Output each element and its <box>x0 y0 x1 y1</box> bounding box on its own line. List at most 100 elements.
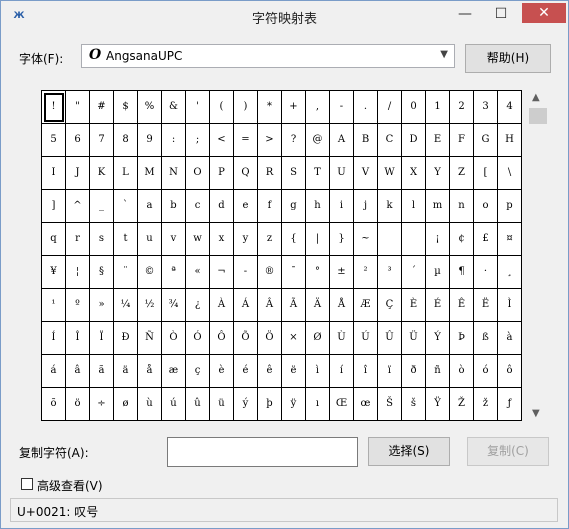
char-cell[interactable]: Ä <box>306 289 330 322</box>
char-cell[interactable]: L <box>114 157 138 190</box>
char-cell[interactable]: ¯ <box>282 256 306 289</box>
char-cell[interactable]: ¹ <box>42 289 66 322</box>
char-cell[interactable]: | <box>306 223 330 256</box>
char-cell[interactable]: ¸ <box>498 256 522 289</box>
char-cell[interactable]: n <box>450 190 474 223</box>
char-cell[interactable]: * <box>258 91 282 124</box>
char-cell[interactable]: ı <box>306 388 330 421</box>
char-cell[interactable]: ó <box>474 355 498 388</box>
char-cell[interactable]: í <box>330 355 354 388</box>
char-cell[interactable]: Ž <box>450 388 474 421</box>
char-cell[interactable]: µ <box>426 256 450 289</box>
char-cell[interactable]: š <box>402 388 426 421</box>
char-cell[interactable]: N <box>162 157 186 190</box>
char-cell[interactable]: E <box>426 124 450 157</box>
char-cell[interactable]: K <box>90 157 114 190</box>
char-cell[interactable]: u <box>138 223 162 256</box>
char-cell[interactable]: B <box>354 124 378 157</box>
char-cell[interactable]: F <box>450 124 474 157</box>
char-cell[interactable]: Q <box>234 157 258 190</box>
char-cell[interactable]: Î <box>66 322 90 355</box>
char-cell[interactable]: É <box>426 289 450 322</box>
char-cell[interactable]: ! <box>42 91 66 124</box>
char-cell[interactable]: ¦ <box>66 256 90 289</box>
char-cell[interactable]: î <box>354 355 378 388</box>
char-cell[interactable]: W <box>378 157 402 190</box>
char-cell[interactable]: Ÿ <box>426 388 450 421</box>
char-cell[interactable]: Ï <box>90 322 114 355</box>
char-cell[interactable]: M <box>138 157 162 190</box>
char-cell[interactable]: ý <box>234 388 258 421</box>
char-cell[interactable]: m <box>426 190 450 223</box>
char-cell[interactable]: ? <box>282 124 306 157</box>
char-cell[interactable]: < <box>210 124 234 157</box>
char-cell[interactable]: \ <box>498 157 522 190</box>
char-cell[interactable]: ^ <box>66 190 90 223</box>
char-cell[interactable]: ½ <box>138 289 162 322</box>
char-cell[interactable]: · <box>474 256 498 289</box>
char-cell[interactable]: Ú <box>354 322 378 355</box>
char-cell[interactable]: # <box>90 91 114 124</box>
char-cell[interactable]: g <box>282 190 306 223</box>
char-cell[interactable]: ² <box>354 256 378 289</box>
char-cell[interactable]: ç <box>186 355 210 388</box>
char-cell[interactable]: 4 <box>498 91 522 124</box>
char-cell[interactable]: Ñ <box>138 322 162 355</box>
char-cell[interactable]: Ö <box>258 322 282 355</box>
char-cell[interactable]: P <box>210 157 234 190</box>
char-cell[interactable]: d <box>210 190 234 223</box>
char-cell[interactable]: ¤ <box>498 223 522 256</box>
char-cell[interactable]: " <box>66 91 90 124</box>
char-cell[interactable]: : <box>162 124 186 157</box>
char-cell[interactable]: . <box>354 91 378 124</box>
char-cell[interactable]: ¶ <box>450 256 474 289</box>
char-cell[interactable]: à <box>498 322 522 355</box>
character-grid[interactable]: ! " # $% & '() * +, -./0 1 2 3 4 5 6 7 8 9:; < = >? @ A B C D E F G H… <box>41 90 522 421</box>
char-cell[interactable]: ð <box>402 355 426 388</box>
char-cell[interactable]: U <box>330 157 354 190</box>
char-cell[interactable]: ® <box>258 256 282 289</box>
char-cell[interactable]: á <box>42 355 66 388</box>
char-cell[interactable]: º <box>66 289 90 322</box>
char-cell[interactable]: R <box>258 157 282 190</box>
char-cell[interactable]: b <box>162 190 186 223</box>
char-cell[interactable]: Y <box>426 157 450 190</box>
char-cell[interactable]: o <box>474 190 498 223</box>
char-cell[interactable]: 6 <box>66 124 90 157</box>
char-cell[interactable]: 8 <box>114 124 138 157</box>
char-cell[interactable]: X <box>402 157 426 190</box>
char-cell[interactable]: Ò <box>162 322 186 355</box>
char-cell[interactable]: ê <box>258 355 282 388</box>
char-cell[interactable]: ž <box>474 388 498 421</box>
scroll-down-arrow-icon[interactable]: ▼ <box>532 408 540 419</box>
char-cell[interactable]: 0 <box>402 91 426 124</box>
char-cell[interactable]: È <box>402 289 426 322</box>
char-cell[interactable]: ß <box>474 322 498 355</box>
char-cell[interactable]: I <box>42 157 66 190</box>
char-cell[interactable]: Ü <box>402 322 426 355</box>
char-cell[interactable]: h <box>306 190 330 223</box>
char-cell[interactable]: w <box>186 223 210 256</box>
char-cell[interactable]: ú <box>162 388 186 421</box>
char-cell[interactable]: « <box>186 256 210 289</box>
char-cell[interactable]: Þ <box>450 322 474 355</box>
char-cell[interactable]: ¨ <box>114 256 138 289</box>
char-cell[interactable]: - <box>330 91 354 124</box>
char-cell[interactable]: â <box>66 355 90 388</box>
char-cell[interactable] <box>402 223 426 256</box>
char-cell[interactable]: D <box>402 124 426 157</box>
char-cell[interactable]: ¥ <box>42 256 66 289</box>
char-cell[interactable]: t <box>114 223 138 256</box>
char-cell[interactable]: j <box>354 190 378 223</box>
char-cell[interactable]: 7 <box>90 124 114 157</box>
char-cell[interactable]: _ <box>90 190 114 223</box>
char-cell[interactable]: ì <box>306 355 330 388</box>
char-cell[interactable]: ³ <box>378 256 402 289</box>
char-cell[interactable]: { <box>282 223 306 256</box>
char-cell[interactable]: » <box>90 289 114 322</box>
char-cell[interactable]: ± <box>330 256 354 289</box>
char-cell[interactable]: J <box>66 157 90 190</box>
char-cell[interactable]: Õ <box>234 322 258 355</box>
font-dropdown[interactable]: O AngsanaUPC ▼ <box>81 44 455 68</box>
char-cell[interactable]: Š <box>378 388 402 421</box>
